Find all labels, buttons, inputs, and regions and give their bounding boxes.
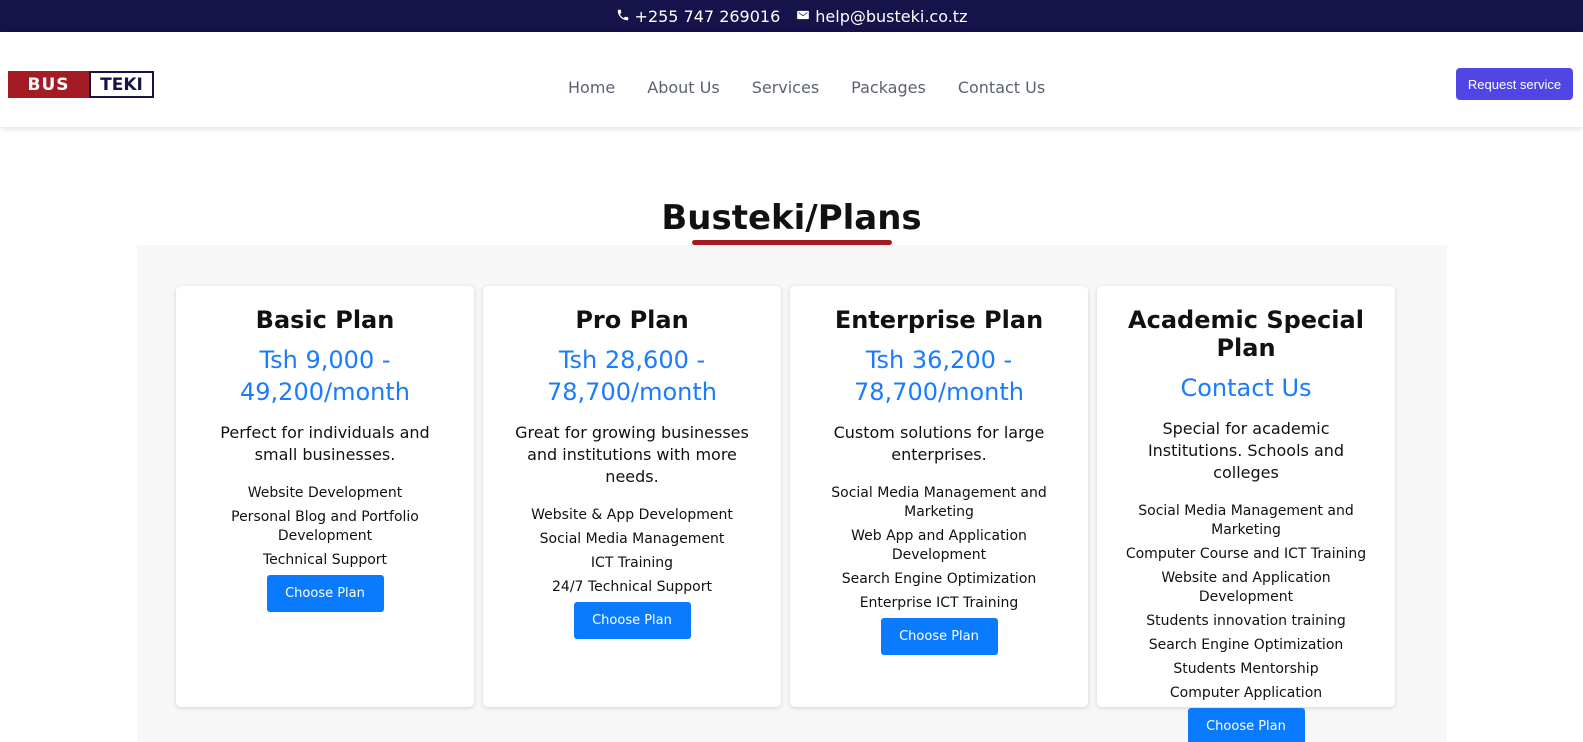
plan-feature: Web App and Application Development bbox=[851, 528, 1027, 563]
plan-feature: Social Media Management and Marketing bbox=[1138, 503, 1354, 538]
plan-feature: Students innovation training bbox=[1146, 613, 1346, 629]
choose-plan-button[interactable]: Choose Plan bbox=[880, 618, 998, 655]
navbar: BUS TEKI Home About Us Services Packages… bbox=[0, 32, 1583, 127]
plan-name: Pro Plan bbox=[575, 306, 689, 334]
phone-icon bbox=[616, 7, 630, 26]
email-address: help@busteki.co.tz bbox=[815, 6, 968, 26]
plan-price: Tsh 9,000 - 49,200/month bbox=[240, 346, 410, 406]
plan-card-enterprise: Enterprise Plan Tsh 36,200 - 78,700/mont… bbox=[790, 286, 1088, 707]
plan-feature: Computer Application bbox=[1169, 685, 1323, 701]
envelope-icon bbox=[796, 7, 810, 26]
plan-features: Social Media Management and Marketing We… bbox=[812, 484, 1066, 613]
nav-home[interactable]: Home bbox=[568, 78, 615, 97]
plan-price: Contact Us bbox=[1180, 374, 1312, 402]
plan-feature: Enterprise ICT Training bbox=[859, 595, 1019, 611]
plan-feature: Social Media Management and Marketing bbox=[831, 485, 1047, 520]
plan-feature: Personal Blog and Portfolio Development bbox=[231, 509, 419, 544]
plan-description: Perfect for individuals and small busine… bbox=[220, 423, 430, 464]
plan-name: Academic Special Plan bbox=[1128, 306, 1364, 362]
section-title: Busteki/Plans bbox=[661, 198, 922, 238]
plan-price: Tsh 36,200 - 78,700/month bbox=[854, 346, 1024, 406]
plan-feature: Search Engine Optimization bbox=[1148, 637, 1344, 653]
choose-plan-button[interactable]: Choose Plan bbox=[573, 602, 691, 639]
plan-features: Website Development Personal Blog and Po… bbox=[198, 484, 452, 570]
plan-feature: Students Mentorship bbox=[1173, 661, 1319, 677]
choose-plan-button[interactable]: Choose Plan bbox=[1187, 708, 1305, 742]
plan-description: Special for academic Institutions. Schoo… bbox=[1147, 419, 1345, 482]
main-nav: Home About Us Services Packages Contact … bbox=[568, 78, 1045, 97]
logo-teki: TEKI bbox=[89, 71, 154, 98]
plan-card-academic: Academic Special Plan Contact Us Special… bbox=[1097, 286, 1395, 742]
logo[interactable]: BUS TEKI bbox=[8, 71, 154, 98]
plan-name: Enterprise Plan bbox=[834, 306, 1044, 334]
plan-feature: 24/7 Technical Support bbox=[552, 579, 712, 595]
contact-topbar: +255 747 269016 help@busteki.co.tz bbox=[0, 0, 1583, 32]
plan-price: Tsh 28,600 - 78,700/month bbox=[547, 346, 717, 406]
phone-number: +255 747 269016 bbox=[634, 6, 781, 26]
plan-feature: Computer Course and ICT Training bbox=[1125, 546, 1367, 562]
plan-feature: Website & App Development bbox=[531, 507, 733, 523]
plan-name: Basic Plan bbox=[255, 306, 395, 334]
plan-features: Social Media Management and Marketing Co… bbox=[1119, 502, 1373, 703]
request-service-button[interactable]: Request service bbox=[1456, 68, 1573, 100]
plan-feature: Social Media Management bbox=[539, 531, 725, 547]
plan-features: Website & App Development Social Media M… bbox=[505, 506, 759, 597]
choose-plan-button[interactable]: Choose Plan bbox=[266, 575, 384, 612]
plan-card-basic: Basic Plan Tsh 9,000 - 49,200/month Perf… bbox=[176, 286, 474, 707]
plan-feature: Search Engine Optimization bbox=[841, 571, 1037, 587]
plan-description: Custom solutions for large enterprises. bbox=[833, 423, 1045, 464]
nav-contact-us[interactable]: Contact Us bbox=[958, 78, 1045, 97]
plan-feature: ICT Training bbox=[590, 555, 674, 571]
plan-feature: Website Development bbox=[247, 485, 403, 501]
nav-packages[interactable]: Packages bbox=[851, 78, 926, 97]
phone-contact[interactable]: +255 747 269016 bbox=[616, 6, 781, 26]
plan-description: Great for growing businesses and institu… bbox=[515, 423, 749, 486]
plan-feature: Technical Support bbox=[262, 552, 388, 568]
logo-bus: BUS bbox=[8, 71, 89, 98]
nav-about-us[interactable]: About Us bbox=[647, 78, 719, 97]
plan-feature: Website and Application Development bbox=[1161, 570, 1331, 605]
plan-card-pro: Pro Plan Tsh 28,600 - 78,700/month Great… bbox=[483, 286, 781, 707]
nav-services[interactable]: Services bbox=[752, 78, 819, 97]
email-contact[interactable]: help@busteki.co.tz bbox=[796, 7, 967, 26]
